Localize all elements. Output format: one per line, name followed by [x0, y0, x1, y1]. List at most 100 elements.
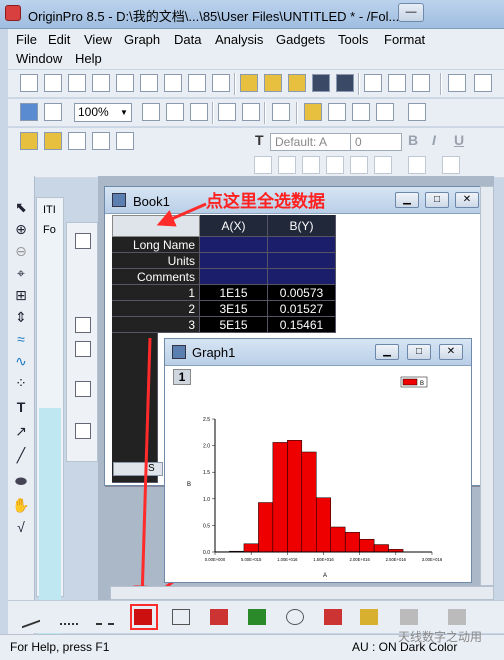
equation-tool-icon[interactable]: √ — [12, 518, 30, 536]
ellipse-tool-icon[interactable]: ⬬ — [12, 472, 30, 490]
copy-page-icon[interactable] — [166, 103, 184, 121]
open-folder-icon[interactable] — [44, 132, 62, 150]
zoom-out-icon[interactable]: ⊖ — [12, 242, 30, 260]
data-reader-icon[interactable]: ⊞ — [12, 286, 30, 304]
edit-pencil-icon[interactable] — [20, 132, 38, 150]
row-index[interactable]: 2 — [112, 301, 200, 317]
font-color-icon[interactable] — [408, 156, 426, 174]
hand-tool-icon[interactable]: ✋ — [12, 496, 30, 514]
zoom-combo[interactable]: 100% ▼ — [74, 103, 132, 122]
print-icon[interactable] — [142, 103, 160, 121]
layer-icon[interactable] — [75, 317, 91, 333]
polar-plot-icon[interactable] — [286, 609, 304, 625]
3d-bar-icon[interactable] — [448, 609, 466, 625]
add-column-icon[interactable] — [408, 103, 426, 121]
column-header-a[interactable]: A(X) — [200, 215, 268, 237]
scatter-plot-icon[interactable] — [60, 609, 78, 625]
font-combo[interactable]: Default: A — [270, 133, 362, 151]
text-style-icon[interactable]: T — [255, 132, 264, 148]
menu-gadgets[interactable]: Gadgets — [276, 32, 325, 47]
line-symbol-plot-icon[interactable] — [96, 609, 114, 625]
cell[interactable] — [200, 237, 268, 253]
import-ascii-icon[interactable] — [364, 74, 382, 92]
new-matrix-icon[interactable] — [116, 74, 134, 92]
export-icon[interactable] — [75, 381, 91, 397]
command-window-icon[interactable] — [328, 103, 346, 121]
superscript-icon[interactable] — [278, 156, 296, 174]
line-plot-icon[interactable] — [22, 605, 40, 629]
scatter-draw-icon[interactable]: ⁘ — [12, 374, 30, 392]
save-template-icon[interactable] — [336, 74, 354, 92]
open-excel-icon[interactable] — [288, 74, 306, 92]
project-tab-folder[interactable]: Fo — [43, 224, 56, 236]
menu-graph[interactable]: Graph — [124, 32, 160, 47]
draw-data-icon[interactable]: ≈ — [12, 330, 30, 348]
align-center-icon[interactable] — [374, 156, 392, 174]
select-icon[interactable] — [75, 341, 91, 357]
vertical-scrollbar[interactable] — [480, 186, 494, 586]
graph-exporter-icon[interactable] — [474, 74, 492, 92]
cell-a[interactable]: 3E15 — [200, 301, 268, 317]
row-index[interactable]: 3 — [112, 317, 200, 333]
error-bar-plot-icon[interactable] — [210, 609, 228, 625]
book1-minimize-button[interactable]: ▁ — [395, 192, 419, 208]
zoom-in-icon[interactable]: ⊕ — [12, 220, 30, 238]
menu-edit[interactable]: Edit — [48, 32, 70, 47]
subsuperscript-icon[interactable] — [302, 156, 320, 174]
graph1-title-bar[interactable]: Graph1 ▁ □ ✕ — [165, 339, 471, 366]
graph1-close-button[interactable]: ✕ — [439, 344, 463, 360]
rescale-icon[interactable] — [448, 74, 466, 92]
project-explorer-icon[interactable] — [272, 103, 290, 121]
template-library-icon[interactable] — [360, 609, 378, 625]
project-tab-untitled[interactable]: ITI — [43, 204, 56, 216]
code-builder-icon[interactable] — [218, 103, 236, 121]
contour-plot-icon[interactable] — [248, 609, 266, 625]
color-icon[interactable] — [190, 103, 208, 121]
open-template-icon[interactable] — [264, 74, 282, 92]
subscript-icon[interactable] — [254, 156, 272, 174]
new-project-icon[interactable] — [20, 74, 38, 92]
align-left-icon[interactable] — [350, 156, 368, 174]
new-3d-function-icon[interactable] — [164, 74, 182, 92]
cell[interactable] — [268, 237, 336, 253]
font-size-up-icon[interactable] — [442, 156, 460, 174]
import-wizard-icon[interactable] — [412, 74, 430, 92]
minimize-button[interactable]: — — [398, 3, 424, 22]
horizontal-scrollbar[interactable] — [110, 586, 494, 600]
cell-a[interactable]: 1E15 — [200, 285, 268, 301]
pointer-icon[interactable]: ⬉ — [12, 198, 30, 216]
xy-icon[interactable] — [75, 423, 91, 439]
menu-window[interactable]: Window — [16, 51, 62, 66]
graph1-maximize-button[interactable]: □ — [407, 344, 431, 360]
new-graph-icon[interactable] — [92, 74, 110, 92]
menu-help[interactable]: Help — [75, 51, 102, 66]
greek-icon[interactable] — [326, 156, 344, 174]
data-selector-icon[interactable]: ⇕ — [12, 308, 30, 326]
palette-icon[interactable] — [68, 132, 86, 150]
graph1-minimize-button[interactable]: ▁ — [375, 344, 399, 360]
paste-format-icon[interactable] — [116, 132, 134, 150]
new-excel-icon[interactable] — [68, 74, 86, 92]
cell-b[interactable]: 0.01527 — [268, 301, 336, 317]
smart-hint-icon[interactable] — [376, 103, 394, 121]
book1-maximize-button[interactable]: □ — [425, 192, 449, 208]
regional-mask-icon[interactable]: ∿ — [12, 352, 30, 370]
box-plot-icon[interactable] — [324, 609, 342, 625]
italic-button[interactable]: I — [432, 132, 436, 148]
new-notes-icon[interactable] — [188, 74, 206, 92]
3d-surface-icon[interactable] — [400, 609, 418, 625]
message-log-icon[interactable] — [352, 103, 370, 121]
arrow-tool-icon[interactable]: ↗ — [12, 422, 30, 440]
menu-file[interactable]: File — [16, 32, 37, 47]
graph-icon[interactable] — [75, 233, 91, 249]
open-icon[interactable] — [240, 74, 258, 92]
menu-tools[interactable]: Tools — [338, 32, 368, 47]
cell[interactable] — [200, 269, 268, 285]
cell[interactable] — [268, 269, 336, 285]
menu-view[interactable]: View — [84, 32, 112, 47]
new-function-icon[interactable] — [140, 74, 158, 92]
cell-b[interactable]: 0.00573 — [268, 285, 336, 301]
cell[interactable] — [268, 253, 336, 269]
select-all-corner[interactable] — [112, 215, 200, 237]
underline-button[interactable]: U — [454, 132, 464, 148]
